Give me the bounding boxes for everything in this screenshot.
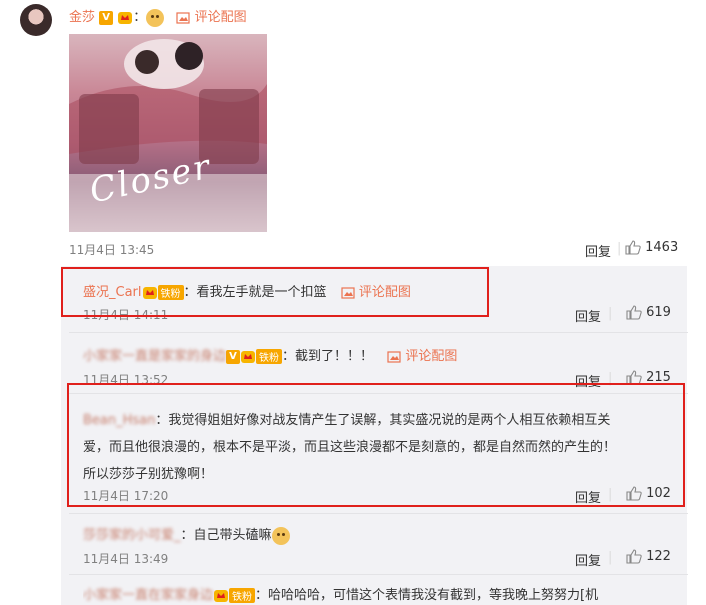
like-button[interactable]: 619	[626, 305, 671, 320]
separator	[69, 574, 688, 575]
fan-badge: 铁粉	[256, 349, 283, 364]
verified-v-icon: V	[99, 10, 114, 25]
doge-emoji-icon	[146, 8, 165, 27]
image-icon	[387, 350, 401, 363]
thumbs-up-icon	[626, 305, 642, 320]
post-image[interactable]: Closer	[69, 34, 267, 232]
post-username[interactable]: 金莎	[69, 10, 95, 25]
thumbs-up-icon	[625, 240, 641, 255]
image-icon	[176, 11, 191, 24]
like-count: 619	[646, 305, 671, 320]
comment-picture-link[interactable]: 评论配图	[195, 10, 247, 25]
post-like-count: 1463	[645, 240, 679, 255]
crown-icon	[241, 350, 256, 363]
reply-button[interactable]: 回复	[575, 550, 601, 569]
post-header: 金莎 V ： 评论配图	[69, 8, 247, 27]
reply-text: ：截到了！！！	[282, 349, 374, 364]
divider: |	[617, 241, 622, 256]
reply-text: ：哈哈哈哈，可惜这个表情我没有截到，等我晚上努努力[机	[255, 588, 599, 603]
reply-username[interactable]: 小家家一直在家家身边	[83, 588, 213, 603]
thumbs-up-icon	[626, 549, 642, 564]
reply-item: 小家家一直在家家身边 铁粉 ：哈哈哈哈，可惜这个表情我没有截到，等我晚上努努力[机	[83, 584, 683, 603]
fan-badge: 铁粉	[229, 588, 256, 603]
verified-v-icon: V	[226, 349, 241, 364]
separator	[69, 332, 688, 333]
like-count: 122	[646, 549, 671, 564]
comment-picture-link[interactable]: 评论配图	[405, 349, 457, 364]
highlight-box	[61, 267, 489, 317]
post-reply-button[interactable]: 回复	[585, 241, 611, 260]
reply-item: 莎莎家的小可爱_：自己带头磕嘛	[83, 524, 290, 545]
like-button[interactable]: 122	[626, 549, 671, 564]
crown-icon	[118, 11, 133, 24]
crown-icon	[214, 589, 229, 602]
doge-emoji-icon	[271, 526, 290, 545]
reply-username[interactable]: 小家家一直是家家的身边	[83, 349, 226, 364]
post-timestamp: 11月4日 13:45	[69, 243, 155, 257]
reply-item: 小家家一直是家家的身边 V 铁粉 ：截到了！！！ 评论配图	[83, 345, 457, 364]
reply-button[interactable]: 回复	[575, 306, 601, 325]
reply-text: ：自己带头磕嘛	[180, 528, 272, 543]
divider: |	[608, 306, 613, 321]
reply-username[interactable]: 莎莎家的小可爱_	[83, 528, 181, 543]
divider: |	[608, 550, 613, 565]
reply-timestamp: 11月4日 13:49	[83, 552, 169, 566]
avatar[interactable]	[20, 4, 52, 36]
highlight-box	[67, 383, 685, 507]
separator	[69, 513, 688, 514]
post-like-button[interactable]: 1463	[625, 240, 678, 255]
